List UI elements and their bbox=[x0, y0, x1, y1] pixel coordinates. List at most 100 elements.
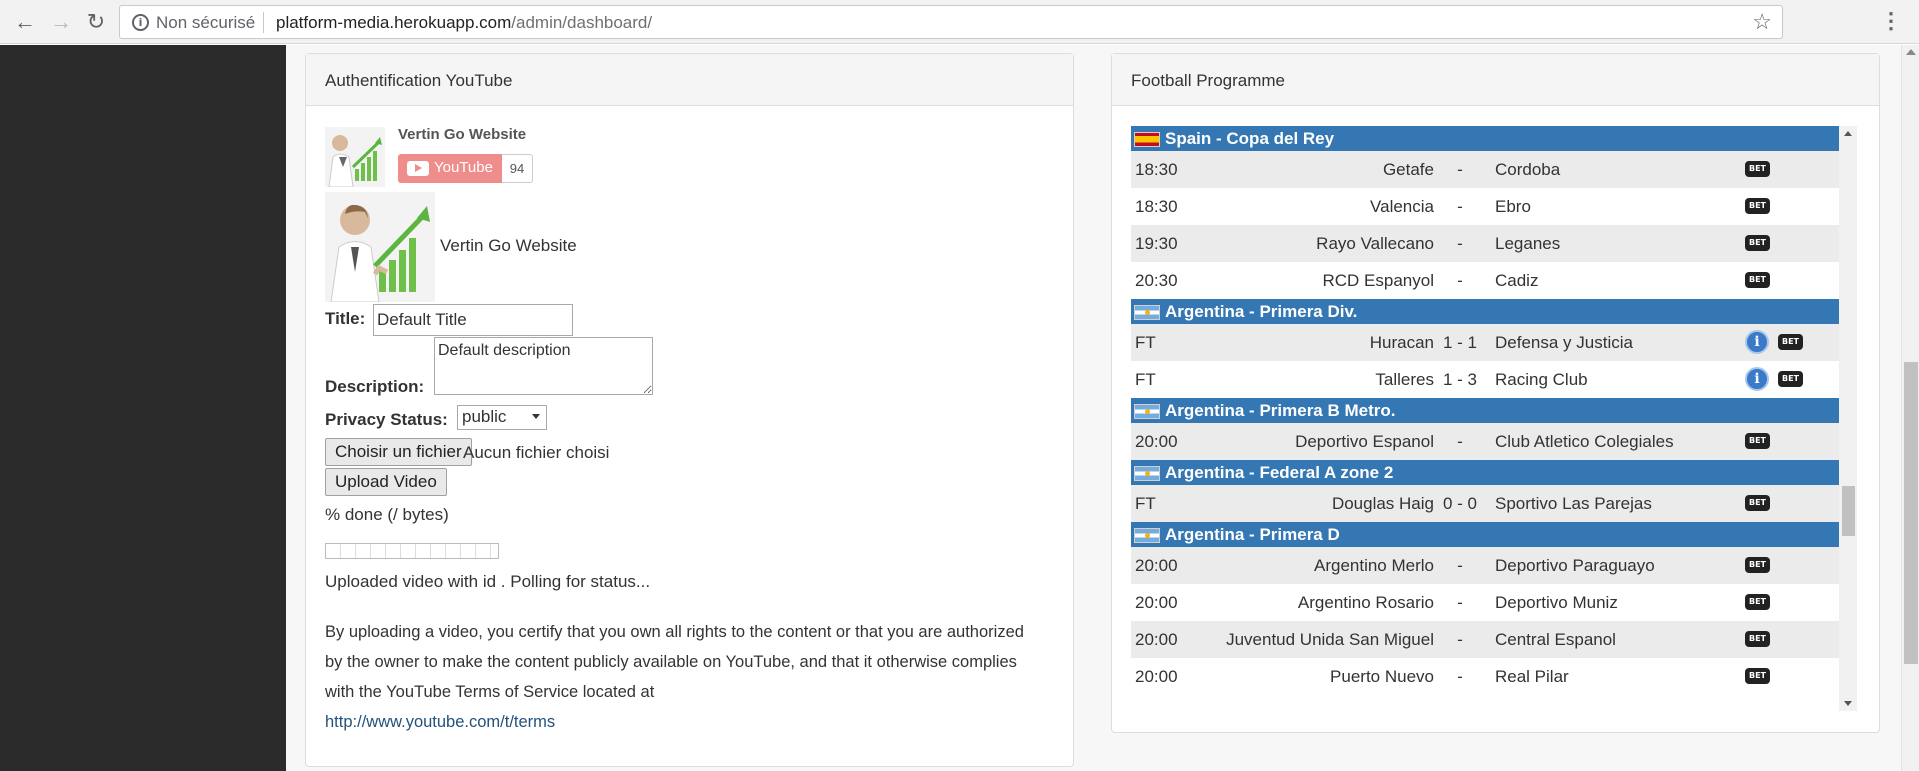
bet-icon[interactable]: BET bbox=[1745, 161, 1770, 177]
away-team: Ebro bbox=[1495, 197, 1531, 216]
match-score: - bbox=[1457, 593, 1463, 612]
reload-icon[interactable]: ↻ bbox=[84, 10, 108, 34]
page-scrollbar[interactable] bbox=[1901, 45, 1919, 771]
match-row[interactable]: FT Douglas Haig 0 - 0 Sportivo Las Parejas B… bbox=[1131, 485, 1839, 522]
league-header[interactable]: Argentina - Primera D bbox=[1131, 522, 1839, 547]
away-team: Central Espanol bbox=[1495, 630, 1616, 649]
league-name: Argentina - Federal A zone 2 bbox=[1165, 463, 1394, 482]
url-path: /admin/dashboard/ bbox=[511, 13, 653, 32]
privacy-select[interactable]: public bbox=[457, 405, 547, 430]
match-row[interactable]: FT Talleres 1 - 3 Racing Club i BET bbox=[1131, 361, 1839, 398]
scroll-thumb[interactable] bbox=[1904, 362, 1918, 664]
panel-heading: Authentification YouTube bbox=[306, 54, 1073, 106]
home-team: Valencia bbox=[1370, 197, 1434, 216]
scroll-up-icon[interactable] bbox=[1906, 49, 1916, 55]
bet-icon[interactable]: BET bbox=[1778, 371, 1803, 387]
channel-title[interactable]: Vertin Go Website bbox=[440, 236, 577, 256]
scroll-down-icon[interactable] bbox=[1844, 701, 1852, 706]
url-text[interactable]: platform-media.herokuapp.com/admin/dashb… bbox=[276, 13, 652, 33]
programme-list[interactable]: Spain - Copa del Rey 18:30 Getafe - Cordoba B… bbox=[1131, 126, 1859, 711]
match-score: 1 - 3 bbox=[1442, 370, 1478, 389]
league-name: Argentina - Primera D bbox=[1165, 525, 1340, 544]
info-icon[interactable]: i bbox=[132, 14, 149, 31]
match-score: - bbox=[1457, 630, 1463, 649]
channel-name[interactable]: Vertin Go Website bbox=[398, 126, 526, 143]
security-label[interactable]: Non sécurisé bbox=[156, 13, 255, 33]
bet-icon[interactable]: BET bbox=[1778, 334, 1803, 350]
league-header[interactable]: Argentina - Primera B Metro. bbox=[1131, 398, 1839, 423]
match-score: - bbox=[1457, 556, 1463, 575]
title-label: Title: bbox=[325, 309, 366, 328]
browser-toolbar: ← → ↻ i Non sécurisé platform-media.hero… bbox=[0, 0, 1919, 44]
match-score: 0 - 0 bbox=[1442, 494, 1478, 513]
match-row[interactable]: FT Huracan 1 - 1 Defensa y Justicia i BET bbox=[1131, 324, 1839, 361]
bet-icon[interactable]: BET bbox=[1745, 495, 1770, 511]
match-row[interactable]: 20:00 Juventud Unida San Miguel - Central E… bbox=[1131, 621, 1839, 658]
scroll-thumb[interactable] bbox=[1842, 486, 1855, 536]
match-score: - bbox=[1457, 271, 1463, 290]
subscribe-label: YouTube bbox=[434, 159, 493, 176]
channel-thumbnail bbox=[325, 192, 435, 302]
league-header[interactable]: Argentina - Primera Div. bbox=[1131, 299, 1839, 324]
channel-avatar bbox=[325, 127, 385, 187]
upload-video-button[interactable]: Upload Video bbox=[325, 468, 447, 496]
sidebar bbox=[0, 45, 286, 771]
match-row[interactable]: 20:00 Argentino Rosario - Deportivo Muniz BE… bbox=[1131, 584, 1839, 621]
home-team: Deportivo Espanol bbox=[1295, 432, 1434, 451]
bet-icon[interactable]: BET bbox=[1745, 272, 1770, 288]
league-header[interactable]: Spain - Copa del Rey bbox=[1131, 126, 1839, 151]
youtube-subscribe-button[interactable]: YouTube bbox=[398, 154, 502, 183]
match-row[interactable]: 20:30 RCD Espanyol - Cadiz BET bbox=[1131, 262, 1839, 299]
url-divider bbox=[263, 12, 264, 33]
description-textarea[interactable]: Default description bbox=[434, 337, 653, 395]
home-team: Talleres bbox=[1375, 370, 1434, 389]
programme-scrollbar[interactable] bbox=[1839, 126, 1857, 711]
argentina-flag-icon bbox=[1134, 404, 1160, 419]
match-time: 18:30 bbox=[1135, 160, 1178, 179]
scroll-up-icon[interactable] bbox=[1844, 131, 1852, 136]
info-icon[interactable]: i bbox=[1745, 367, 1769, 391]
more-vert-icon[interactable]: ⋮ bbox=[1880, 9, 1902, 33]
home-team: Argentino Rosario bbox=[1297, 593, 1434, 612]
main-content: Authentification YouTube Vertin Go Websi… bbox=[286, 45, 1901, 771]
match-time: FT bbox=[1135, 333, 1156, 352]
arrow-left-icon[interactable]: ← bbox=[13, 10, 37, 34]
match-score: - bbox=[1457, 197, 1463, 216]
bet-icon[interactable]: BET bbox=[1745, 631, 1770, 647]
bet-icon[interactable]: BET bbox=[1745, 198, 1770, 214]
info-icon[interactable]: i bbox=[1745, 330, 1769, 354]
match-time: 20:00 bbox=[1135, 432, 1178, 451]
arrow-right-icon[interactable]: → bbox=[49, 10, 73, 34]
subscriber-count: 94 bbox=[502, 154, 533, 183]
match-row[interactable]: 20:00 Deportivo Espanol - Club Atletico Col… bbox=[1131, 423, 1839, 460]
match-row[interactable]: 18:30 Getafe - Cordoba BET bbox=[1131, 151, 1839, 188]
title-input[interactable] bbox=[373, 304, 573, 336]
youtube-auth-panel: Authentification YouTube Vertin Go Websi… bbox=[305, 53, 1074, 767]
football-programme-panel: Football Programme Spain - Copa del Rey 1… bbox=[1111, 53, 1880, 733]
home-team: Huracan bbox=[1369, 333, 1434, 352]
star-icon[interactable]: ☆ bbox=[1752, 9, 1772, 35]
league-header[interactable]: Argentina - Federal A zone 2 bbox=[1131, 460, 1839, 485]
description-label: Description: bbox=[325, 377, 425, 396]
league-name: Spain - Copa del Rey bbox=[1165, 129, 1335, 148]
address-bar[interactable]: i Non sécurisé platform-media.herokuapp.… bbox=[119, 5, 1783, 39]
terms-text: By uploading a video, you certify that y… bbox=[325, 623, 1024, 701]
bet-icon[interactable]: BET bbox=[1745, 557, 1770, 573]
bet-icon[interactable]: BET bbox=[1745, 668, 1770, 684]
home-team: Getafe bbox=[1382, 160, 1434, 179]
match-row[interactable]: 18:30 Valencia - Ebro BET bbox=[1131, 188, 1839, 225]
home-team: Argentino Merlo bbox=[1313, 556, 1434, 575]
choose-file-button[interactable]: Choisir un fichier bbox=[325, 438, 472, 466]
bet-icon[interactable]: BET bbox=[1745, 433, 1770, 449]
home-team: Juventud Unida San Miguel bbox=[1226, 630, 1434, 649]
youtube-play-icon bbox=[407, 161, 429, 176]
match-row[interactable]: 20:00 Puerto Nuevo - Real Pilar BET bbox=[1131, 658, 1839, 695]
upload-progress-bar bbox=[325, 543, 499, 559]
match-row[interactable]: 19:30 Rayo Vallecano - Leganes BET bbox=[1131, 225, 1839, 262]
terms-link[interactable]: http://www.youtube.com/t/terms bbox=[325, 713, 555, 731]
away-team: Deportivo Paraguayo bbox=[1495, 556, 1655, 575]
match-row[interactable]: 20:00 Argentino Merlo - Deportivo Paraguayo… bbox=[1131, 547, 1839, 584]
bet-icon[interactable]: BET bbox=[1745, 235, 1770, 251]
match-score: 1 - 1 bbox=[1442, 333, 1478, 352]
bet-icon[interactable]: BET bbox=[1745, 594, 1770, 610]
